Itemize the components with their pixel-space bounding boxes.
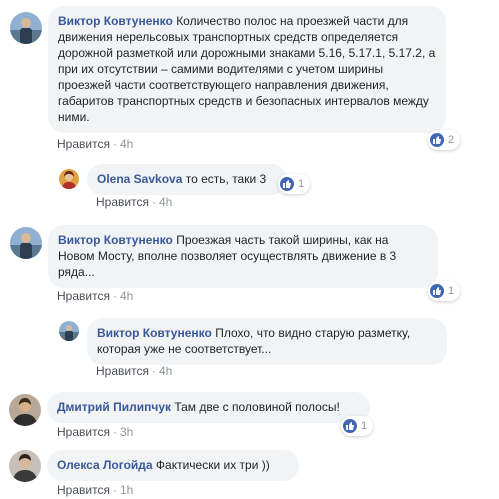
- reply-comment: Olena Savkova то есть, таки 3 1 Нравится…: [0, 160, 499, 215]
- comment-bubble: Виктор Ковтуненко Количество полос на пр…: [48, 6, 446, 133]
- reactions-badge[interactable]: 1: [341, 416, 374, 436]
- comment-actions: Нравится · 1h: [57, 483, 133, 497]
- comment-time[interactable]: 4h: [159, 364, 172, 378]
- avatar[interactable]: [59, 321, 79, 341]
- reactions-badge[interactable]: 1: [428, 281, 461, 301]
- comment-author[interactable]: Olena Savkova: [97, 172, 182, 186]
- thumbs-up-icon: [430, 284, 444, 298]
- thumbs-up-icon: [430, 133, 444, 147]
- reactions-count: 1: [298, 178, 305, 190]
- comment-bubble: Виктор Ковтуненко Плохо, что видно стару…: [87, 318, 447, 365]
- comment-author[interactable]: Виктор Ковтуненко: [58, 14, 173, 28]
- thumbs-up-icon: [343, 419, 357, 433]
- like-link[interactable]: Нравится: [96, 364, 149, 378]
- avatar-image: [10, 12, 42, 44]
- comment-actions: Нравится · 4h: [96, 195, 172, 209]
- avatar[interactable]: [9, 394, 41, 426]
- reactions-count: 1: [361, 420, 368, 432]
- comment-text: Количество полос на проезжей части для д…: [58, 14, 436, 124]
- avatar-image: [59, 321, 79, 341]
- like-link[interactable]: Нравится: [57, 425, 110, 439]
- comment: Виктор Ковтуненко Проезжая часть такой ш…: [0, 215, 499, 310]
- comment-bubble: Олекса Логойда Фактически их три )): [47, 450, 299, 481]
- comment-actions: Нравится · 3h: [57, 425, 133, 439]
- comment-time[interactable]: 1h: [120, 483, 133, 497]
- reactions-badge[interactable]: 2: [428, 130, 461, 150]
- like-link[interactable]: Нравится: [57, 483, 110, 497]
- separator-dot: ·: [112, 483, 117, 497]
- avatar[interactable]: [59, 169, 79, 189]
- separator-dot: ·: [151, 195, 156, 209]
- comment-actions: Нравится · 4h: [57, 289, 133, 303]
- comment-author[interactable]: Олекса Логойда: [57, 458, 153, 472]
- comment-text: то есть, таки 3: [185, 172, 267, 186]
- separator-dot: ·: [151, 364, 156, 378]
- like-link[interactable]: Нравится: [57, 137, 110, 151]
- comment-text: Фактически их три )): [155, 458, 270, 472]
- avatar-image: [9, 450, 41, 482]
- comment: Дмитрий Пилипчук Там две с половиной пол…: [0, 385, 499, 443]
- avatar-image: [9, 394, 41, 426]
- comment-author[interactable]: Виктор Ковтуненко: [58, 233, 173, 247]
- separator-dot: ·: [112, 289, 117, 303]
- separator-dot: ·: [112, 137, 117, 151]
- comment-time[interactable]: 4h: [159, 195, 172, 209]
- comment-actions: Нравится · 4h: [96, 364, 172, 378]
- comment: Виктор Ковтуненко Количество полос на пр…: [0, 0, 499, 160]
- comment-author[interactable]: Дмитрий Пилипчук: [57, 400, 171, 414]
- comment: Олекса Логойда Фактически их три )) Нрав…: [0, 443, 499, 499]
- comment-time[interactable]: 4h: [120, 137, 133, 151]
- like-link[interactable]: Нравится: [57, 289, 110, 303]
- avatar-image: [10, 227, 42, 259]
- separator-dot: ·: [112, 425, 117, 439]
- avatar[interactable]: [9, 450, 41, 482]
- like-link[interactable]: Нравится: [96, 195, 149, 209]
- comment-bubble: Olena Savkova то есть, таки 3: [87, 164, 287, 195]
- avatar-image: [59, 169, 79, 189]
- comment-author[interactable]: Виктор Ковтуненко: [97, 326, 212, 340]
- comment-text: Там две с половиной полосы!: [174, 400, 340, 414]
- avatar[interactable]: [10, 12, 42, 44]
- avatar[interactable]: [10, 227, 42, 259]
- reply-comment: Виктор Ковтуненко Плохо, что видно стару…: [0, 310, 499, 385]
- comment-time[interactable]: 4h: [120, 289, 133, 303]
- comment-bubble: Виктор Ковтуненко Проезжая часть такой ш…: [48, 225, 438, 288]
- reactions-count: 2: [448, 134, 455, 146]
- comment-time[interactable]: 3h: [120, 425, 133, 439]
- thumbs-up-icon: [280, 177, 294, 191]
- comment-actions: Нравится · 4h: [57, 137, 133, 151]
- comment-bubble: Дмитрий Пилипчук Там две с половиной пол…: [47, 392, 370, 423]
- reactions-badge[interactable]: 1: [278, 174, 311, 194]
- reactions-count: 1: [448, 285, 455, 297]
